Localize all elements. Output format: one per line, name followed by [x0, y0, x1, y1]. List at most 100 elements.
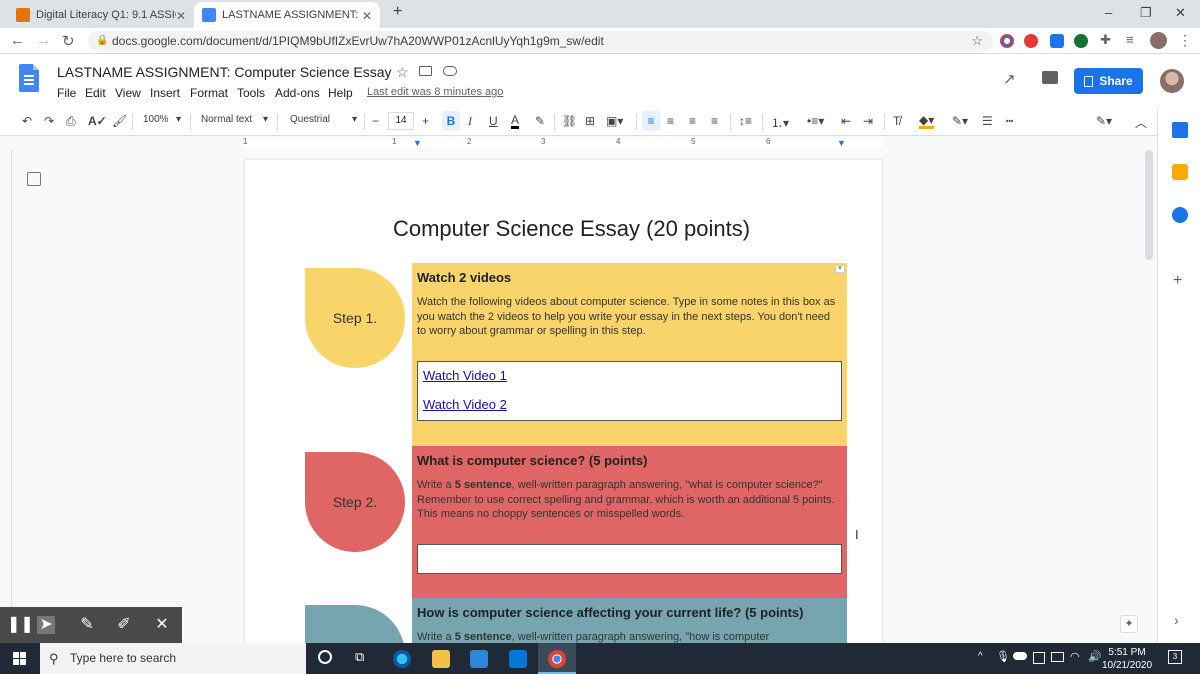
- spellcheck-icon[interactable]: A✓: [88, 114, 107, 128]
- docs-logo-icon[interactable]: [19, 64, 39, 92]
- editing-mode-icon[interactable]: ✎▾: [1096, 114, 1112, 128]
- task-view-icon[interactable]: ⧉: [355, 649, 364, 665]
- menu-add-ons[interactable]: Add-ons: [275, 86, 320, 100]
- paint-format-icon[interactable]: 🖌: [112, 114, 127, 128]
- edge-icon[interactable]: [393, 650, 411, 668]
- taskbar-search-input[interactable]: ⚲ Type here to search: [40, 643, 306, 674]
- windows-start-icon[interactable]: [13, 652, 26, 665]
- system-clock[interactable]: 5:51 PM 10/21/2020: [1102, 646, 1152, 672]
- step-1-box[interactable]: ▾ Watch 2 videos Watch the following vid…: [412, 263, 847, 446]
- file-explorer-icon[interactable]: [432, 650, 450, 668]
- close-icon[interactable]: ✕: [153, 616, 171, 634]
- chrome-icon[interactable]: [548, 650, 566, 668]
- notifications-icon[interactable]: 3: [1168, 650, 1182, 664]
- pause-icon[interactable]: ❚❚: [7, 616, 34, 634]
- font-select[interactable]: Questrial: [290, 114, 330, 125]
- video-links-box[interactable]: Watch Video 1 Watch Video 2: [417, 361, 842, 421]
- border-dash-icon[interactable]: ┅: [1006, 114, 1013, 128]
- new-tab-button[interactable]: +: [393, 3, 402, 21]
- watch-video-1-link[interactable]: Watch Video 1: [418, 368, 841, 383]
- avatar[interactable]: [1160, 69, 1184, 93]
- pointer-icon[interactable]: ➤: [37, 616, 55, 634]
- align-right-icon[interactable]: ≡: [689, 114, 696, 128]
- store-icon[interactable]: [470, 650, 488, 668]
- add-addon-icon[interactable]: +: [1173, 272, 1182, 290]
- line-spacing-icon[interactable]: ↕≡: [739, 114, 752, 128]
- display-icon[interactable]: [1033, 652, 1045, 664]
- numbered-list-icon[interactable]: ⒈▾: [771, 114, 789, 131]
- menu-file[interactable]: File: [57, 86, 76, 100]
- left-indent-marker[interactable]: ▼: [413, 138, 422, 148]
- chevron-right-icon[interactable]: ›: [1174, 612, 1179, 628]
- zoom-select[interactable]: 100%: [143, 114, 169, 125]
- clear-formatting-icon[interactable]: T̸: [893, 114, 900, 128]
- vertical-scrollbar[interactable]: [1145, 150, 1153, 260]
- insert-image-icon[interactable]: ▣▾: [606, 114, 623, 128]
- share-button[interactable]: Share: [1074, 68, 1143, 94]
- onedrive-icon[interactable]: [1013, 652, 1027, 660]
- menu-view[interactable]: View: [115, 86, 141, 100]
- tab-digital-literacy[interactable]: Digital Literacy Q1: 9.1 ASSIGNM ✕: [8, 2, 194, 28]
- wifi-icon[interactable]: ◠: [1070, 650, 1080, 663]
- close-window-button[interactable]: ✕: [1175, 5, 1186, 21]
- cell-background-color-icon[interactable]: ◆▾: [919, 114, 935, 129]
- star-icon[interactable]: ☆: [396, 64, 409, 81]
- menu-insert[interactable]: Insert: [150, 86, 180, 100]
- essay-title[interactable]: Computer Science Essay (20 points): [245, 216, 882, 242]
- underline-button[interactable]: U: [489, 114, 498, 128]
- right-indent-marker[interactable]: ▼: [837, 138, 846, 148]
- menu-tools[interactable]: Tools: [237, 86, 265, 100]
- step-2-box[interactable]: What is computer science? (5 points) Wri…: [412, 446, 847, 598]
- battery-icon[interactable]: [1051, 652, 1064, 662]
- redo-icon[interactable]: ↷: [44, 114, 54, 128]
- extensions-puzzle-icon[interactable]: ✚: [1100, 32, 1111, 48]
- step-3-box[interactable]: How is computer science affecting your c…: [412, 598, 847, 644]
- reading-list-icon[interactable]: ≡: [1126, 32, 1134, 47]
- extension-icon[interactable]: [1000, 34, 1014, 48]
- cortana-icon[interactable]: [318, 650, 332, 664]
- extension-icon[interactable]: [1050, 34, 1064, 48]
- bookmark-star-icon[interactable]: ☆: [971, 31, 983, 51]
- add-comment-icon[interactable]: ⊞: [585, 114, 595, 128]
- align-left-icon[interactable]: ≡: [642, 111, 660, 131]
- align-center-icon[interactable]: ≡: [667, 114, 674, 128]
- extension-icon[interactable]: [1074, 34, 1088, 48]
- calendar-icon[interactable]: [1172, 122, 1188, 138]
- mail-icon[interactable]: [509, 650, 527, 668]
- decrease-font-size-button[interactable]: −: [372, 114, 379, 128]
- tasks-icon[interactable]: [1172, 207, 1188, 223]
- chevron-up-icon[interactable]: ^: [978, 651, 983, 662]
- highlight-color-icon[interactable]: ✎: [535, 114, 545, 128]
- move-folder-icon[interactable]: [419, 66, 432, 76]
- menu-format[interactable]: Format: [190, 86, 228, 100]
- step-2-answer-input[interactable]: [417, 544, 842, 574]
- tab-lastname-assignment[interactable]: LASTNAME ASSIGNMENT: Comp ✕: [194, 2, 380, 28]
- ruler[interactable]: 1 1 2 3 4 5 6 ▼ ▼: [243, 137, 882, 149]
- pen-icon[interactable]: ✎: [78, 616, 96, 634]
- reload-icon[interactable]: ↻: [62, 32, 75, 50]
- activity-trend-icon[interactable]: ↗: [1003, 70, 1016, 88]
- microphone-icon[interactable]: 🎙: [996, 650, 1010, 663]
- bold-button[interactable]: B: [442, 111, 460, 131]
- chevron-up-icon[interactable]: ︿: [1135, 114, 1147, 131]
- increase-font-size-button[interactable]: +: [422, 114, 429, 128]
- align-justify-icon[interactable]: ≡: [711, 114, 718, 128]
- border-color-icon[interactable]: ✎▾: [952, 114, 968, 128]
- volume-icon[interactable]: 🔊: [1088, 650, 1102, 663]
- url-input[interactable]: 🔒 docs.google.com/document/d/1PIQM9bUfIZ…: [88, 31, 993, 51]
- last-edit-link[interactable]: Last edit was 8 minutes ago: [367, 86, 503, 98]
- font-size-input[interactable]: 14: [388, 112, 414, 130]
- text-color-button[interactable]: A: [511, 114, 520, 129]
- extension-icon[interactable]: [1024, 34, 1038, 48]
- menu-help[interactable]: Help: [328, 86, 353, 100]
- minimize-button[interactable]: –: [1105, 5, 1112, 20]
- back-icon[interactable]: ←: [10, 32, 25, 49]
- keep-icon[interactable]: [1172, 164, 1188, 180]
- forward-icon[interactable]: →: [36, 32, 51, 49]
- comments-icon[interactable]: [1042, 71, 1058, 84]
- menu-edit[interactable]: Edit: [85, 86, 106, 100]
- bulleted-list-icon[interactable]: •≡▾: [807, 114, 824, 128]
- insert-link-icon[interactable]: ⛓: [562, 114, 577, 128]
- undo-icon[interactable]: ↶: [22, 114, 32, 128]
- explore-icon[interactable]: ✦: [1120, 615, 1138, 633]
